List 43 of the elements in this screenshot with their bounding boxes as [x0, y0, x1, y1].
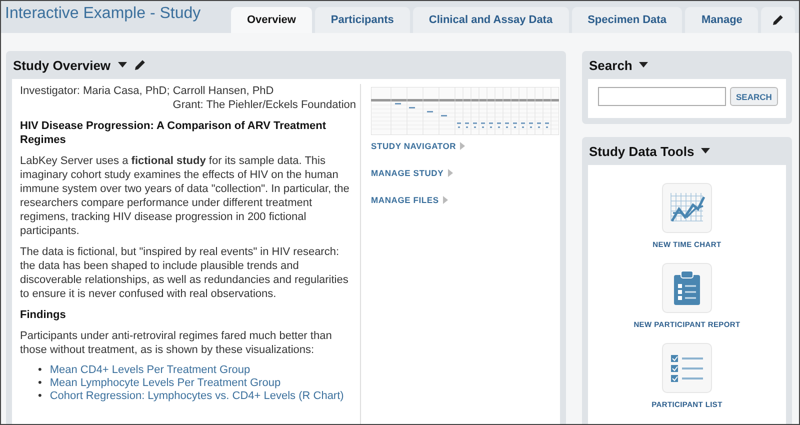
edit-tabs-button[interactable]: [761, 7, 796, 33]
dropdown-caret-icon[interactable]: [118, 62, 127, 68]
line-chart-icon: [669, 193, 705, 223]
tab[interactable]: Clinical and Assay Data: [412, 7, 569, 33]
panel-title: Study Overview: [13, 58, 111, 72]
grant-text: Grant: The Piehler/Eckels Foundation: [172, 98, 356, 112]
bullet: •: [38, 364, 42, 377]
study-heading: HIV Disease Progression: A Comparison of ARV Treatment Regimes: [20, 119, 328, 147]
tab[interactable]: Participants: [314, 7, 410, 33]
tool-tile[interactable]: [662, 263, 712, 313]
bullet: •: [38, 390, 42, 403]
arrow-icon: [460, 142, 466, 150]
nav-link[interactable]: STUDY NAVIGATOR: [371, 141, 456, 151]
dropdown-caret-icon[interactable]: [639, 62, 648, 68]
tab[interactable]: Manage: [685, 7, 758, 33]
panel-title: Study Data Tools: [589, 144, 694, 158]
visualization-link[interactable]: Mean Lymphocyte Levels Per Treatment Group: [50, 377, 281, 390]
panel-title: Search: [589, 58, 632, 72]
visualization-link[interactable]: Mean CD4+ Levels Per Treatment Group: [50, 364, 250, 377]
bullet: •: [38, 377, 42, 390]
nav-link[interactable]: MANAGE STUDY: [371, 168, 444, 178]
clipboard-icon: [673, 270, 701, 306]
dropdown-caret-icon[interactable]: [701, 148, 710, 154]
tool-tile[interactable]: [662, 343, 712, 393]
table-thumbnail-drawing[interactable]: [371, 87, 559, 135]
search-field[interactable]: [598, 87, 726, 106]
tool-tile[interactable]: [662, 183, 712, 233]
visualization-link[interactable]: Cohort Regression: Lymphocytes vs. CD4+ Levels (R Chart): [50, 390, 344, 403]
paragraph: LabKey Server uses a fictional study for its sample data. This imaginary cohort study examines the effects of HIV on the human immune system over two years of data "collection". In particular, the researchers compare performance under different treatment regimens, tracking HIV disease progression in 200 fictional participants.: [20, 154, 350, 238]
page-title: Interactive Example - Study: [5, 5, 202, 23]
paragraph: The data is fictional, but "inspired by real events" in HIV research: the data has been shaped to include plausible trends and discoverable relationships, as well as redundancies and regularities to ensure it is never confused with real observations.: [20, 245, 350, 301]
search-button[interactable]: SEARCH: [730, 87, 778, 106]
paragraph: Participants under anti-retroviral regimes fared much better than those without treatment, as is shown by these visualizations:: [20, 329, 333, 357]
arrow-icon: [448, 169, 453, 177]
tab[interactable]: Specimen Data: [572, 7, 682, 33]
pencil-icon[interactable]: [134, 59, 146, 71]
tab[interactable]: Overview: [231, 7, 312, 33]
pencil-icon[interactable]: [772, 14, 784, 26]
checklist-icon: [670, 354, 704, 382]
nav-link[interactable]: MANAGE FILES: [371, 195, 439, 205]
investigator-text: Investigator: Maria Casa, PhD; Carroll Hansen, PhD: [20, 84, 275, 98]
arrow-icon: [442, 196, 448, 204]
findings-heading: Findings: [20, 308, 67, 322]
